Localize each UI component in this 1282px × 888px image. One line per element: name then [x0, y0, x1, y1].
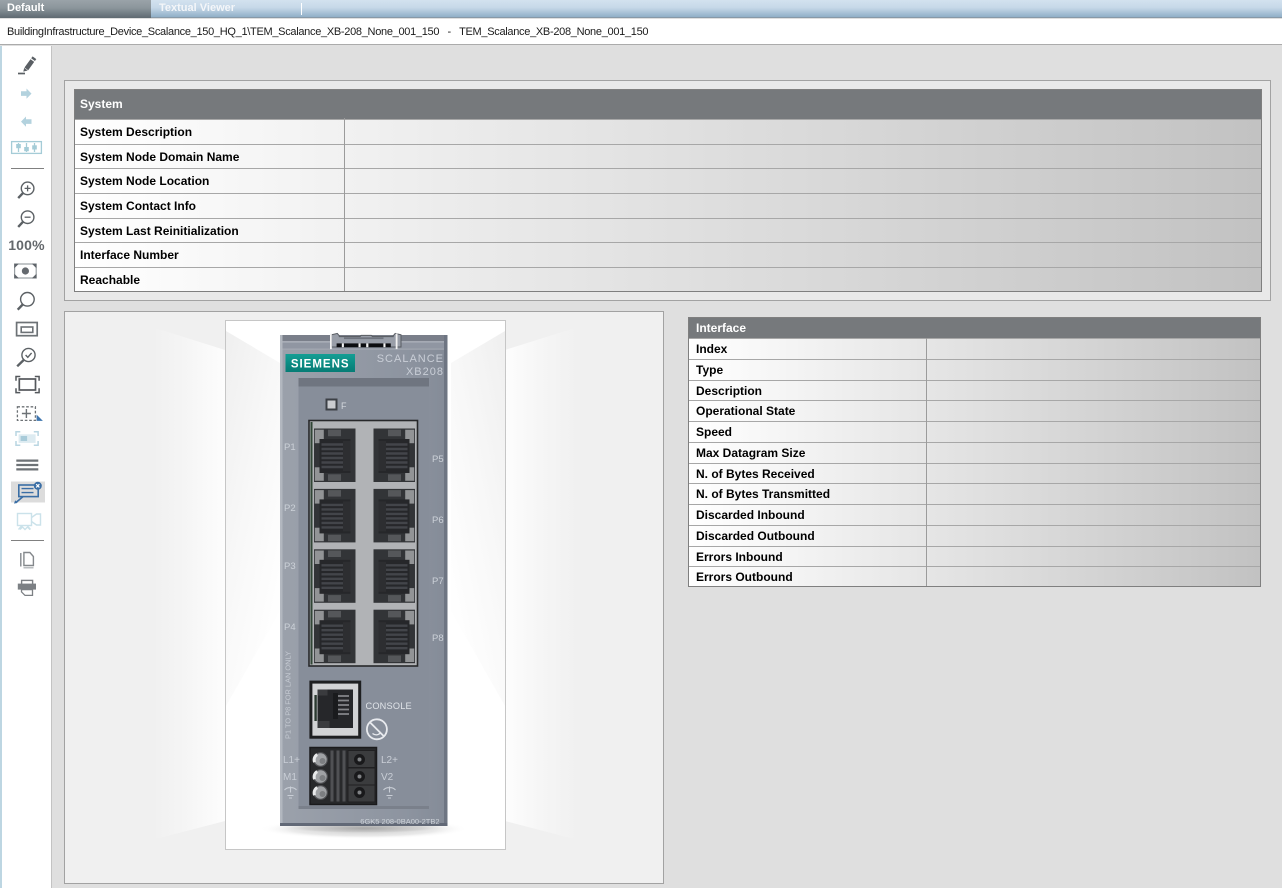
svg-text:P2: P2 [284, 503, 296, 514]
svg-text:P1: P1 [284, 442, 296, 453]
svg-text:SIEMENS: SIEMENS [291, 359, 350, 371]
svg-text:F: F [341, 401, 347, 411]
svg-text:P5: P5 [432, 454, 444, 465]
svg-text:P6: P6 [432, 515, 444, 526]
svg-text:L1+: L1+ [283, 755, 300, 766]
svg-text:P8: P8 [432, 633, 444, 644]
svg-text:P7: P7 [432, 576, 444, 587]
svg-text:P4: P4 [284, 622, 296, 633]
svg-text:M1: M1 [283, 772, 297, 783]
svg-text:XB208: XB208 [406, 366, 444, 378]
svg-text:P1 TO P8 FOR LAN ONLY: P1 TO P8 FOR LAN ONLY [284, 651, 293, 739]
svg-text:V2: V2 [381, 772, 394, 783]
svg-text:6GK5 208-0BA00-2TB2: 6GK5 208-0BA00-2TB2 [360, 817, 439, 826]
svg-text:L2+: L2+ [381, 755, 398, 766]
svg-text:SCALANCE: SCALANCE [377, 353, 444, 365]
svg-text:P3: P3 [284, 561, 296, 572]
svg-text:CONSOLE: CONSOLE [366, 701, 412, 711]
